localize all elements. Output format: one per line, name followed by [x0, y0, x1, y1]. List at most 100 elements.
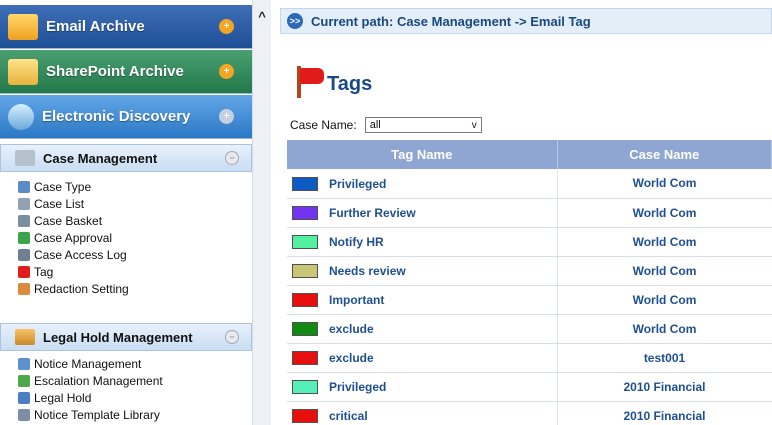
module-sharepoint-archive-label: SharePoint Archive [46, 63, 184, 80]
tag-cell: Notify HR [287, 227, 558, 257]
sidebar-item-label: Escalation Management [34, 373, 163, 388]
redaction-icon [18, 282, 30, 295]
tag-name-link[interactable]: Notify HR [329, 235, 384, 249]
case-name-select[interactable]: all v [364, 117, 482, 133]
sidebar-item-case-list[interactable]: Case List [18, 195, 252, 212]
case-name-link[interactable]: World Com [557, 169, 772, 199]
folder-icon [8, 58, 38, 85]
case-name-link[interactable]: World Com [557, 285, 772, 315]
tag-cell: Important [287, 285, 558, 315]
case-name-filter-label: Case Name: [290, 118, 357, 132]
module-email-archive[interactable]: Email Archive + [0, 5, 252, 49]
collapse-sidebar-icon[interactable]: ^ [255, 10, 269, 24]
table-row[interactable]: Privileged 2010 Financial [287, 372, 772, 402]
tag-color-swatch [292, 292, 318, 307]
table-row[interactable]: Privileged World Com [287, 169, 772, 199]
module-electronic-discovery-label: Electronic Discovery [42, 108, 191, 125]
tag-name-link[interactable]: Privileged [329, 380, 386, 394]
tag-color-swatch [292, 350, 318, 365]
chevron-down-icon: v [471, 119, 477, 131]
main-content: >> Current path: Case Management -> Emai… [271, 0, 772, 425]
expand-icon[interactable]: + [219, 109, 234, 124]
sidebar-item-label: Legal Hold [34, 390, 92, 405]
sidebar-item-legal-hold[interactable]: Legal Hold [18, 389, 252, 406]
breadcrumb-text: Current path: Case Management -> Email T… [311, 13, 591, 29]
sidebar-item-escalation-management[interactable]: Escalation Management [18, 372, 252, 389]
legal-hold-menu: Notice Management Escalation Management Le… [18, 355, 252, 423]
collapse-section-icon[interactable]: − [225, 330, 239, 344]
tag-cell: critical [287, 401, 558, 425]
sidebar-item-label: Case Basket [34, 213, 103, 228]
sidebar-item-label: Notice Template Library [34, 407, 160, 422]
notice-icon [18, 357, 30, 370]
section-legal-hold-management[interactable]: Legal Hold Management − [0, 323, 252, 351]
expand-icon[interactable]: + [219, 19, 234, 34]
column-header-tag-name[interactable]: Tag Name [287, 140, 558, 169]
table-row[interactable]: Needs review World Com [287, 256, 772, 286]
case-name-link[interactable]: test001 [557, 343, 772, 373]
tag-cell: exclude [287, 343, 558, 373]
tag-name-link[interactable]: Privileged [329, 177, 386, 191]
sidebar: Email Archive + SharePoint Archive + Ele… [0, 0, 252, 425]
sidebar-item-redaction-setting[interactable]: Redaction Setting [18, 280, 252, 297]
sidebar-item-notice-template-library[interactable]: Notice Template Library [18, 406, 252, 423]
red-flag-icon [291, 64, 325, 98]
red-flag-icon [18, 265, 30, 278]
column-header-case-name[interactable]: Case Name [557, 140, 772, 169]
table-row[interactable]: critical 2010 Financial [287, 401, 772, 425]
access-log-icon [18, 248, 30, 261]
table-row[interactable]: Important World Com [287, 285, 772, 315]
sidebar-item-label: Notice Management [34, 356, 142, 371]
case-list-icon [18, 197, 30, 210]
table-row[interactable]: exclude World Com [287, 314, 772, 344]
section-case-management[interactable]: Case Management − [0, 144, 252, 172]
section-case-management-label: Case Management [43, 150, 158, 166]
legal-hold-folder-icon [15, 329, 35, 345]
tag-cell: Privileged [287, 372, 558, 402]
path-arrow-icon: >> [287, 13, 303, 29]
case-name-link[interactable]: 2010 Financial [557, 401, 772, 425]
tag-color-swatch [292, 379, 318, 394]
tag-cell: Further Review [287, 198, 558, 228]
tag-name-link[interactable]: Important [329, 293, 384, 307]
template-icon [18, 408, 30, 421]
tags-table-body: Privileged World Com Further Review World C… [287, 169, 772, 425]
sidebar-item-notice-management[interactable]: Notice Management [18, 355, 252, 372]
sidebar-item-case-access-log[interactable]: Case Access Log [18, 246, 252, 263]
case-name-link[interactable]: World Com [557, 314, 772, 344]
expand-icon[interactable]: + [219, 64, 234, 79]
case-folder-icon [15, 150, 35, 166]
table-row[interactable]: Notify HR World Com [287, 227, 772, 257]
case-name-select-value: all [369, 119, 381, 131]
module-sharepoint-archive[interactable]: SharePoint Archive + [0, 50, 252, 94]
tag-name-link[interactable]: exclude [329, 351, 374, 365]
case-name-link[interactable]: World Com [557, 227, 772, 257]
tag-color-swatch [292, 234, 318, 249]
tag-name-link[interactable]: Further Review [329, 206, 416, 220]
sidebar-item-label: Case Type [34, 179, 92, 194]
tag-name-link[interactable]: critical [329, 409, 368, 423]
sidebar-item-case-approval[interactable]: Case Approval [18, 229, 252, 246]
tag-name-link[interactable]: Needs review [329, 264, 406, 278]
tag-name-link[interactable]: exclude [329, 322, 374, 336]
collapse-section-icon[interactable]: − [225, 151, 239, 165]
sidebar-item-case-type[interactable]: Case Type [18, 178, 252, 195]
tag-cell: Privileged [287, 169, 558, 199]
case-name-link[interactable]: 2010 Financial [557, 372, 772, 402]
case-approval-icon [18, 231, 30, 244]
sidebar-item-case-basket[interactable]: Case Basket [18, 212, 252, 229]
case-name-link[interactable]: World Com [557, 256, 772, 286]
sidebar-item-label: Case Access Log [34, 247, 127, 262]
sidebar-item-tag[interactable]: Tag [18, 263, 252, 280]
tag-color-swatch [292, 205, 318, 220]
case-basket-icon [18, 214, 30, 227]
table-row[interactable]: exclude test001 [287, 343, 772, 373]
sidebar-splitter[interactable]: ^ [252, 0, 271, 425]
tag-cell: exclude [287, 314, 558, 344]
module-electronic-discovery[interactable]: Electronic Discovery + [0, 95, 252, 139]
case-name-filter: Case Name: all v [290, 116, 482, 134]
case-name-link[interactable]: World Com [557, 198, 772, 228]
table-row[interactable]: Further Review World Com [287, 198, 772, 228]
module-email-archive-label: Email Archive [46, 18, 145, 35]
tag-color-swatch [292, 263, 318, 278]
